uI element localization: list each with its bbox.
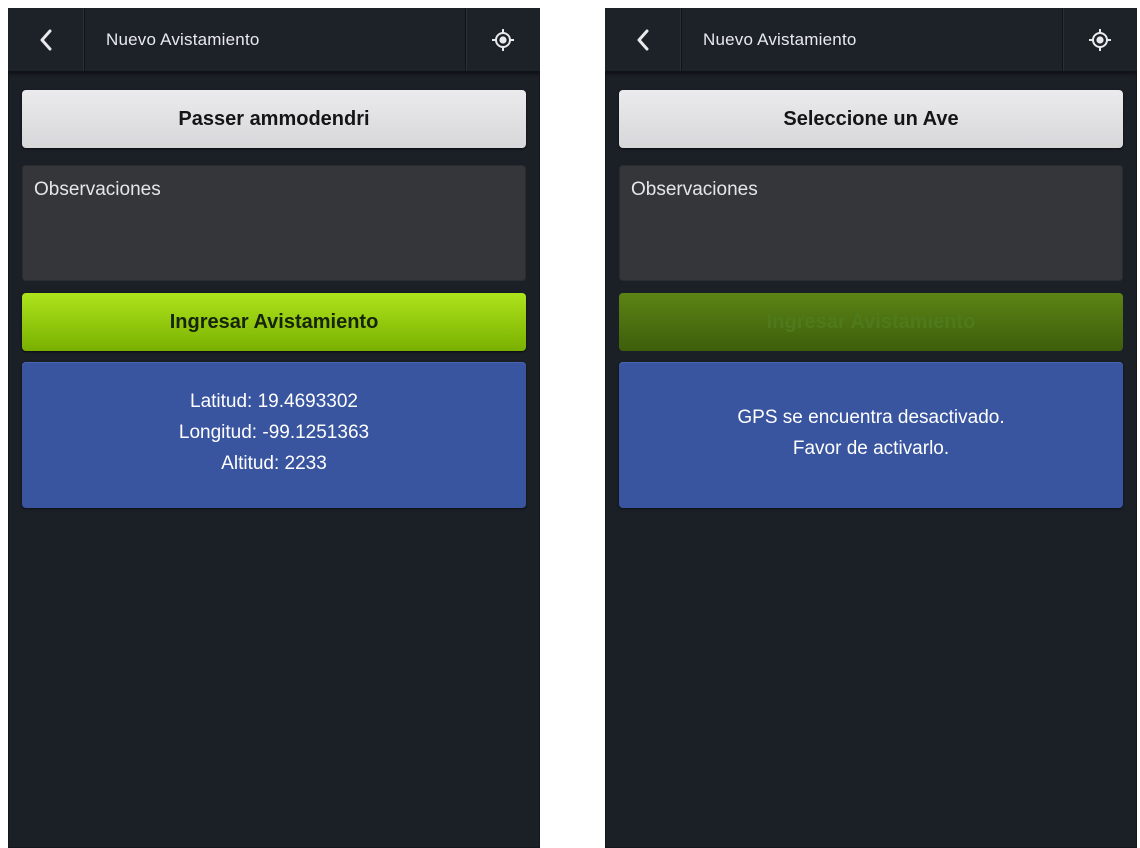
chevron-left-icon [40,29,52,50]
observations-placeholder: Observaciones [34,179,161,200]
gps-status-panel: GPS se encuentra desactivado. Favor de a… [619,362,1123,508]
phone-screen-gps-disabled: Nuevo Avistamiento Seleccione un Ave Obs… [605,8,1137,848]
observations-field[interactable]: Observaciones [619,165,1123,281]
altitude-text: Altitud: 2233 [221,453,327,474]
my-location-icon [492,28,514,51]
back-button[interactable] [605,8,682,71]
select-bird-button[interactable]: Seleccione un Ave [619,90,1123,148]
location-button[interactable] [465,8,540,71]
latitude-text: Latitud: 19.4693302 [190,391,358,412]
page-title: Nuevo Avistamiento [106,30,260,49]
page-title: Nuevo Avistamiento [703,30,857,49]
back-button[interactable] [8,8,85,71]
my-location-icon [1089,28,1111,51]
submit-sighting-button-disabled[interactable]: Ingresar Avistamiento [619,293,1123,351]
action-bar: Nuevo Avistamiento [605,8,1137,72]
phone-screen-gps-active: Nuevo Avistamiento Passer ammodendri Obs… [8,8,540,848]
submit-sighting-button[interactable]: Ingresar Avistamiento [22,293,526,351]
location-button[interactable] [1062,8,1137,71]
gps-disabled-message: GPS se encuentra desactivado. [737,407,1005,428]
longitude-text: Longitud: -99.1251363 [178,422,370,443]
observations-placeholder: Observaciones [631,179,758,200]
chevron-left-icon [637,29,649,50]
select-bird-button[interactable]: Passer ammodendri [22,90,526,148]
gps-activate-message: Favor de activarlo. [792,438,950,459]
gps-info-panel: Latitud: 19.4693302 Longitud: -99.125136… [22,362,526,508]
observations-field[interactable]: Observaciones [22,165,526,281]
action-bar: Nuevo Avistamiento [8,8,540,72]
